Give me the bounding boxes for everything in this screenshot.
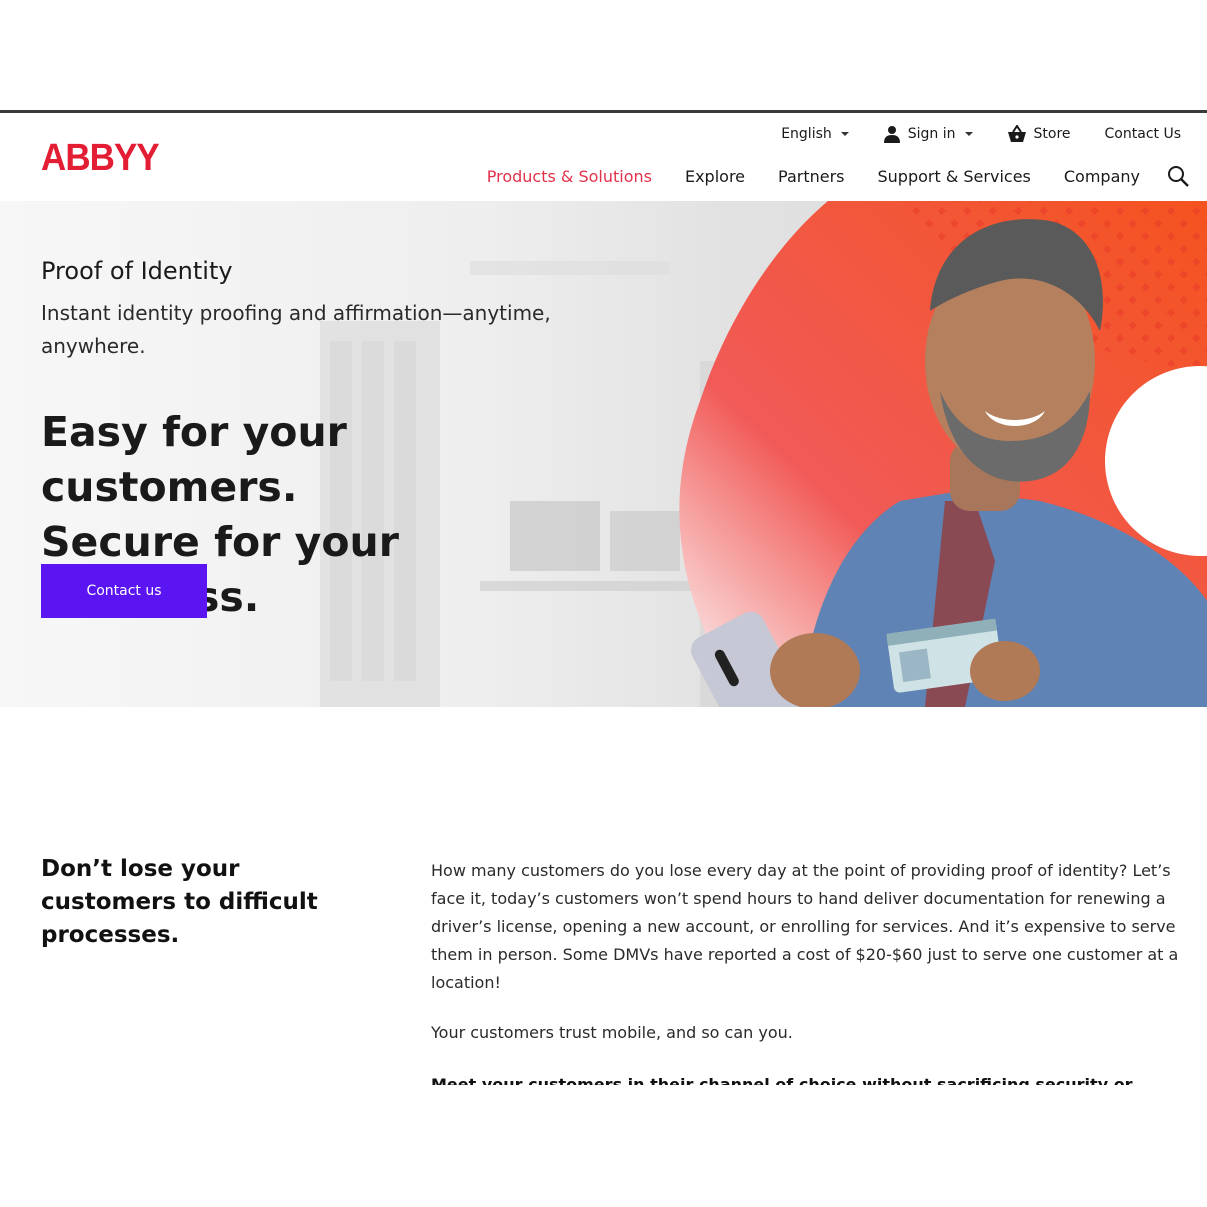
user-icon	[883, 126, 900, 143]
language-label: English	[781, 126, 832, 142]
contact-us-link[interactable]: Contact Us	[1105, 126, 1181, 142]
hero-title-line-1: Easy for your customers.	[41, 408, 347, 511]
contact-us-label: Contact Us	[1104, 126, 1181, 142]
main-nav: Products & Solutions Explore Partners Su…	[487, 165, 1189, 187]
site-header: ABBYY English Sign in Store Contact Us P…	[0, 110, 1207, 201]
section-body: How many customers do you lose every day…	[431, 857, 1187, 1069]
section-paragraph-2: Your customers trust mobile, and so can …	[431, 1023, 793, 1042]
sign-in-label: Sign in	[907, 126, 956, 142]
abbyy-logo[interactable]: ABBYY	[41, 137, 160, 180]
intro-section: Don’t lose your customers to difficult p…	[0, 707, 1207, 1207]
nav-partners[interactable]: Partners	[778, 167, 844, 186]
store-label: Store	[1033, 126, 1071, 142]
section-paragraph-1: How many customers do you lose every day…	[431, 861, 1179, 992]
hero-banner: Proof of Identity Instant identity proof…	[0, 201, 1207, 707]
caret-down-icon	[840, 132, 849, 136]
sign-in-menu[interactable]: Sign in	[883, 125, 973, 143]
store-link[interactable]: Store	[1007, 125, 1071, 143]
section-paragraph-3-bold: Meet your customers in their channel of …	[431, 1075, 1133, 1085]
contact-us-button[interactable]: Contact us	[41, 564, 207, 618]
language-selector[interactable]: English	[781, 126, 849, 142]
section-title: Don’t lose your customers to difficult p…	[41, 856, 318, 948]
search-icon[interactable]	[1167, 165, 1189, 187]
nav-company[interactable]: Company	[1064, 167, 1140, 186]
nav-explore[interactable]: Explore	[685, 167, 745, 186]
caret-down-icon	[964, 132, 973, 136]
basket-icon	[1007, 125, 1026, 142]
top-blank-area	[0, 0, 1207, 110]
utility-nav: English Sign in Store Contact Us	[781, 125, 1181, 143]
hero-eyebrow: Proof of Identity	[41, 257, 233, 285]
hero-subtitle: Instant identity proofing and affirmatio…	[41, 301, 551, 358]
nav-support-services[interactable]: Support & Services	[878, 167, 1031, 186]
nav-products-solutions[interactable]: Products & Solutions	[487, 167, 652, 186]
